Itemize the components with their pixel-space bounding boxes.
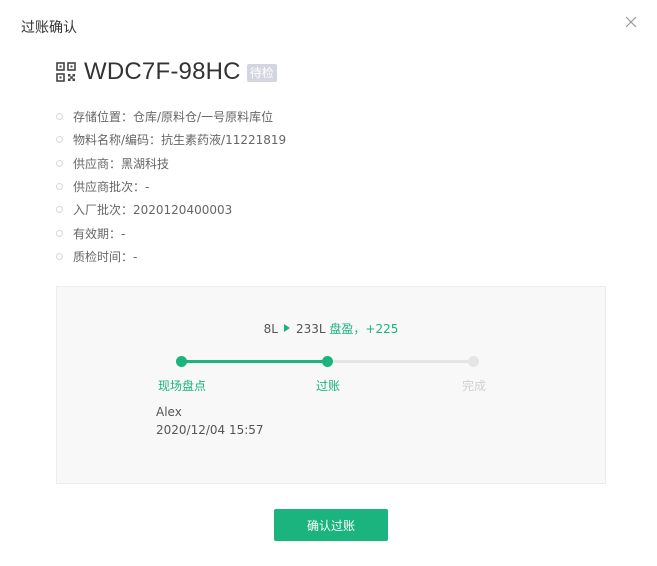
close-icon [625, 16, 637, 28]
bullet-icon [56, 136, 63, 144]
quantity-to: 233L [295, 322, 326, 336]
detail-text: 质检时间：- [73, 249, 138, 264]
detail-material-name-code: 物料名称/编码：抗生素药液/11221819 [56, 128, 286, 151]
progress-panel: 8L 233L 盘盈，+225 现场盘点 过账 完成 Alex 2020/12/0… [56, 286, 606, 484]
close-button[interactable] [625, 16, 639, 30]
operation-time: 2020/12/04 15:57 [156, 423, 264, 437]
step-label-complete: 完成 [461, 379, 486, 393]
progress-track-completed [182, 360, 328, 363]
step-label-posting: 过账 [315, 379, 340, 393]
detail-text: 有效期：- [73, 226, 126, 241]
detail-supplier-batch: 供应商批次：- [56, 175, 286, 198]
detail-list: 存储位置：仓库/原料仓/一号原料库位 物料名称/编码：抗生素药液/1122181… [56, 105, 286, 268]
detail-text: 供应商：黑湖科技 [73, 156, 170, 171]
step-dot-inventory [176, 356, 187, 367]
detail-inbound-batch: 入厂批次：2020120400003 [56, 198, 286, 221]
material-code: WDC7F-98HC [84, 58, 241, 85]
quantity-from: 8L [263, 322, 278, 336]
detail-text: 供应商批次：- [73, 180, 150, 195]
bullet-icon [56, 229, 63, 237]
detail-storage-location: 存储位置：仓库/原料仓/一号原料库位 [56, 105, 286, 128]
modal-title: 过账确认 [21, 20, 77, 36]
quantity-summary: 8L 233L 盘盈，+225 [57, 320, 605, 337]
operator-name: Alex [156, 405, 182, 419]
qr-code-icon [56, 62, 76, 82]
detail-text: 物料名称/编码：抗生素药液/11221819 [73, 133, 287, 148]
confirm-posting-button[interactable]: 确认过账 [274, 509, 388, 541]
posting-confirm-modal: 过账确认 WDC7F-98HC 待检 存储位置：仓库/原料仓/一号原料库位 物料… [0, 0, 657, 566]
detail-qc-time: 质检时间：- [56, 245, 286, 268]
bullet-icon [56, 159, 63, 167]
step-label-inventory: 现场盘点 [157, 379, 206, 393]
quantity-result: 盘盈，+225 [329, 322, 399, 336]
bullet-icon [56, 252, 63, 260]
step-dot-complete [468, 356, 479, 367]
detail-text: 入厂批次：2020120400003 [73, 203, 233, 218]
detail-text: 存储位置：仓库/原料仓/一号原料库位 [73, 110, 274, 125]
arrow-right-icon [283, 324, 290, 332]
step-dot-posting [322, 356, 333, 367]
detail-supplier: 供应商：黑湖科技 [56, 152, 286, 175]
bullet-icon [56, 206, 63, 214]
bullet-icon [56, 113, 63, 121]
progress-track-pending [328, 360, 474, 363]
detail-expiry: 有效期：- [56, 221, 286, 244]
bullet-icon [56, 183, 63, 191]
material-header: WDC7F-98HC 待检 [56, 58, 277, 86]
status-badge: 待检 [246, 64, 277, 82]
